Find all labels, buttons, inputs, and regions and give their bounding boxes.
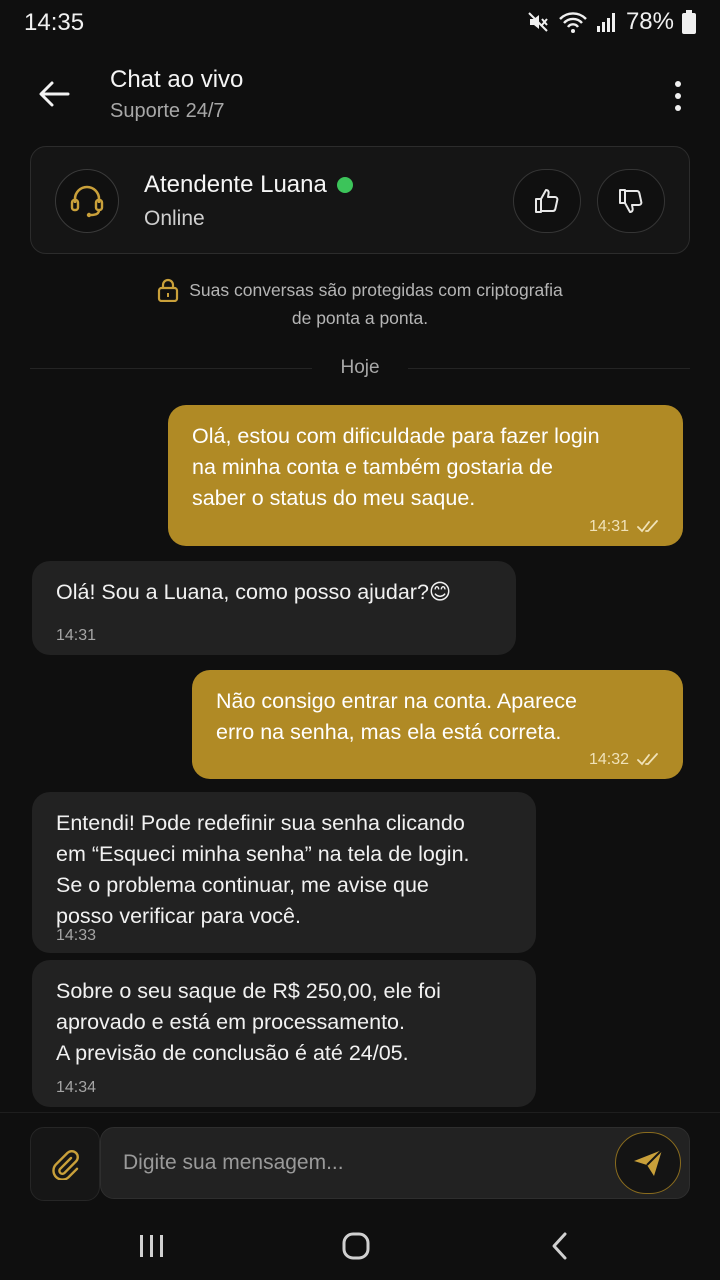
battery-icon [682, 10, 696, 34]
send-icon [634, 1149, 663, 1176]
message-text: Entendi! Pode redefinir sua senha clican… [56, 811, 470, 928]
thumbs-up-button[interactable] [513, 169, 581, 233]
date-label: Hoje [340, 357, 380, 378]
send-button[interactable] [615, 1132, 681, 1194]
encryption-notice-line1: Suas conversas são protegidas com cripto… [130, 276, 590, 304]
double-check-icon [637, 753, 658, 766]
more-options-button[interactable] [666, 76, 690, 116]
message-text: Olá! Sou a Luana, como posso ajudar?😊 [56, 580, 452, 604]
message-meta: 14:33 [56, 927, 96, 945]
message-time: 14:31 [588, 518, 629, 535]
divider-line [407, 367, 691, 369]
page-title: Chat ao vivo [110, 66, 244, 93]
message-bubble-outgoing[interactable]: Não consigo entrar na conta. Aparece err… [192, 670, 683, 779]
encryption-text-line2: de ponta a ponta. [291, 308, 429, 328]
message-meta: 14:32 [589, 751, 661, 769]
message-bubble-outgoing[interactable]: Olá, estou com dificuldade para fazer lo… [168, 405, 683, 546]
message-text: Olá, estou com dificuldade para fazer lo… [192, 424, 600, 510]
back-button[interactable] [28, 72, 80, 116]
chat-screen: 14:35 78% Chat ao vivo Suporte 24/7 Aten… [0, 0, 720, 1280]
chat-header: Chat ao vivo Suporte 24/7 [0, 56, 720, 136]
online-status-dot [336, 177, 353, 193]
divider-line [30, 367, 313, 369]
agent-card: Atendente Luana Online [30, 146, 690, 254]
thumbs-down-icon [619, 189, 643, 213]
thumbs-up-icon [535, 189, 559, 213]
encryption-text-line1: Suas conversas são protegidas com cripto… [189, 280, 563, 300]
message-time: 14:33 [56, 927, 97, 944]
status-bar: 14:35 78% [0, 0, 720, 44]
encryption-notice: Suas conversas são protegidas com cripto… [130, 276, 590, 332]
home-button[interactable] [326, 1226, 386, 1266]
more-vertical-icon-dot [675, 93, 681, 99]
message-text: Não consigo entrar na conta. Aparece err… [216, 689, 577, 744]
message-meta: 14:31 [56, 627, 96, 645]
headset-icon [70, 185, 104, 218]
attach-button[interactable] [30, 1127, 100, 1201]
arrow-left-icon [39, 81, 70, 107]
more-vertical-icon-dot [675, 105, 681, 111]
status-icons: 78% [526, 8, 696, 36]
message-input-wrapper [100, 1127, 690, 1199]
wifi-icon [559, 12, 587, 33]
lock-icon [158, 278, 179, 302]
mute-icon [528, 12, 548, 32]
battery-percent: 78% [625, 8, 674, 35]
message-bubble-incoming[interactable]: Sobre o seu saque de R$ 250,00, ele foi … [32, 960, 536, 1107]
page-subtitle: Suporte 24/7 [110, 100, 225, 122]
signal-icon [596, 13, 615, 32]
message-bubble-incoming[interactable]: Olá! Sou a Luana, como posso ajudar?😊 14… [32, 561, 516, 655]
message-bubble-incoming[interactable]: Entendi! Pode redefinir sua senha clican… [32, 792, 536, 953]
message-meta: 14:31 [589, 518, 661, 536]
chevron-left-icon [552, 1232, 567, 1260]
date-divider: Hoje [30, 356, 691, 380]
system-back-button[interactable] [530, 1226, 590, 1266]
home-icon [342, 1232, 370, 1260]
system-navigation-bar [0, 1212, 720, 1280]
message-time: 14:31 [56, 627, 97, 644]
recent-apps-button[interactable] [122, 1226, 182, 1266]
thumbs-down-button[interactable] [597, 169, 665, 233]
agent-name: Atendente Luana [144, 171, 327, 198]
message-time: 14:34 [56, 1079, 97, 1096]
message-input[interactable] [123, 1128, 603, 1198]
message-composer [0, 1112, 720, 1212]
status-time: 14:35 [24, 9, 85, 36]
message-meta: 14:34 [56, 1079, 96, 1097]
agent-name-row: Atendente Luana [144, 171, 353, 199]
message-time: 14:32 [588, 751, 629, 768]
message-text: Sobre o seu saque de R$ 250,00, ele foi … [56, 979, 441, 1065]
paperclip-icon [52, 1150, 79, 1180]
more-vertical-icon [675, 81, 681, 87]
agent-avatar [55, 169, 119, 233]
double-check-icon [637, 520, 658, 533]
agent-status: Online [144, 207, 205, 230]
recent-apps-icon [140, 1235, 163, 1257]
